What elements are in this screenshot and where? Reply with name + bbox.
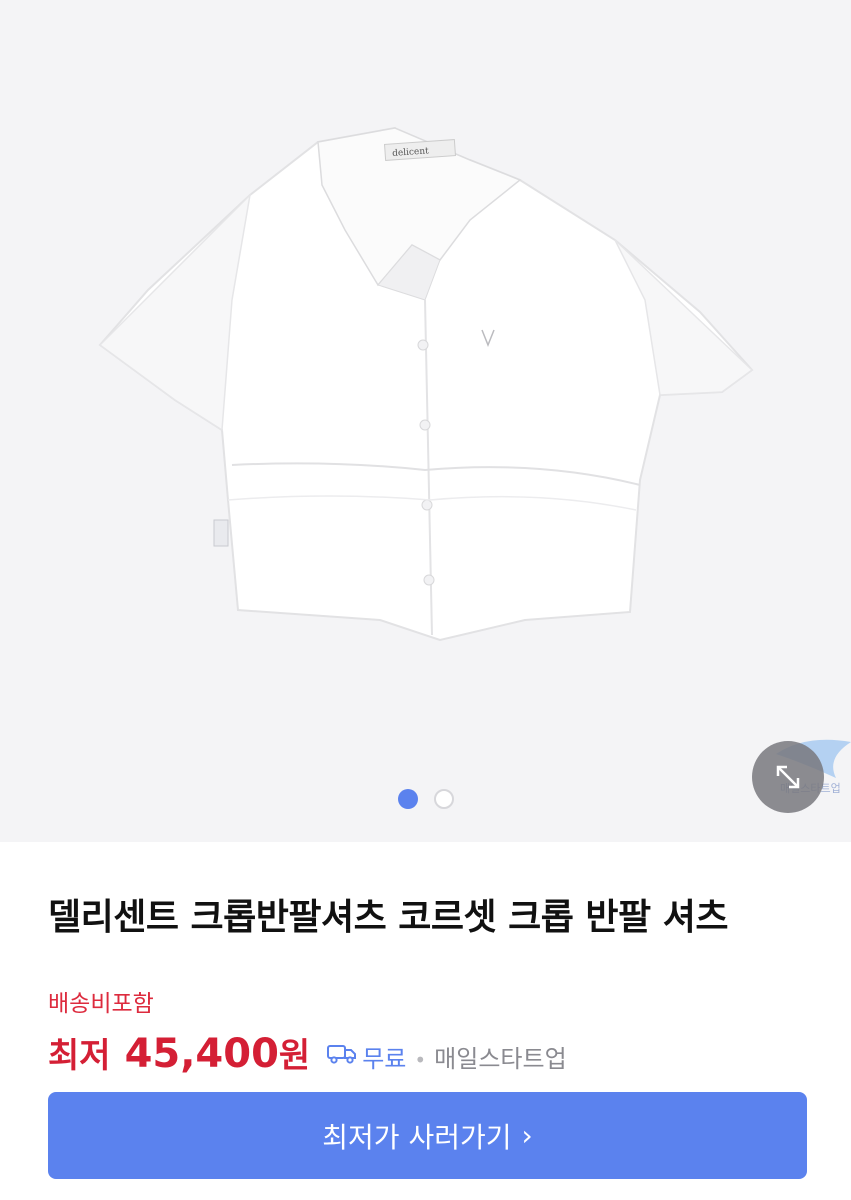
cta-label: 최저가 사러가기 [322, 1120, 512, 1154]
chevron-right-icon: › [521, 1119, 533, 1152]
pagination-dot[interactable] [433, 789, 454, 809]
pagination-dot-active[interactable] [397, 789, 418, 809]
separator-dot: • [414, 1048, 427, 1072]
product-title: 델리센트 크롭반팔셔츠 코르셋 크롭 반팔 셔츠 [48, 897, 728, 938]
seller-name[interactable]: 매일스타트업 [434, 1039, 566, 1074]
product-info: 델리센트 크롭반팔셔츠 코르셋 크롭 반팔 셔츠 배송비포함 최저 45,400… [0, 888, 851, 1077]
price-currency: 원 [278, 1036, 311, 1076]
gallery-pagination [0, 788, 851, 810]
lowest-price: 45,400 [124, 1031, 279, 1077]
truck-icon [327, 1044, 357, 1064]
product-image: delicent 매일스타트업 [98, 126, 841, 795]
shipping-included-note: 배송비포함 [48, 991, 154, 1017]
price-row: 최저 45,400 원 무료 • 매일스타트업 [48, 1028, 803, 1077]
free-delivery-label: 무료 [362, 1045, 407, 1073]
buy-lowest-price-button[interactable]: 최저가 사러가기 › [48, 1092, 807, 1179]
product-image-gallery[interactable]: delicent 매일스타트업 [0, 0, 851, 842]
price-prefix: 최저 [48, 1036, 111, 1076]
